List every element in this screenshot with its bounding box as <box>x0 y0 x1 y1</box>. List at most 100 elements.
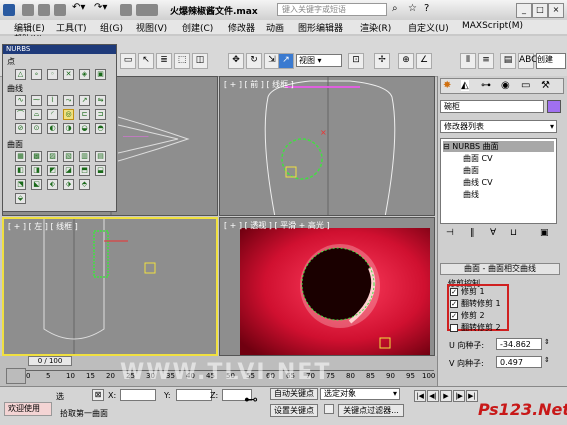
reference-coordinate-select[interactable]: 视图 ▾ <box>296 54 342 67</box>
y-coord-input[interactable] <box>176 389 212 401</box>
maximize-button[interactable]: □ <box>532 3 548 18</box>
normal-projected-curve-icon[interactable]: ⊘ <box>15 123 26 134</box>
stack-item-curve-cv[interactable]: 曲线 CV <box>463 177 493 188</box>
u-seed-input[interactable]: -34.862 <box>496 338 542 350</box>
surface-offset-curve-icon[interactable]: ◒ <box>79 123 90 134</box>
snap-icon[interactable]: ⊕ <box>398 53 414 69</box>
blend-curve-icon[interactable]: ⤳ <box>63 95 74 106</box>
mirror-surface-icon[interactable]: ▤ <box>95 151 106 162</box>
stack-item-curve[interactable]: 曲线 <box>463 189 479 200</box>
transform-surface-icon[interactable]: ▨ <box>47 151 58 162</box>
pin-stack-icon[interactable]: ⊣ <box>446 228 454 238</box>
modify-tab-icon[interactable]: ◭ <box>461 80 469 91</box>
region-select-icon[interactable]: ⬚ <box>174 53 190 69</box>
ruled-surface-icon[interactable]: ◩ <box>47 165 58 176</box>
fillet-curve-icon[interactable]: ⌓ <box>31 109 42 120</box>
cv-curve-on-surface-icon[interactable]: ◐ <box>47 123 58 134</box>
display-tab-icon[interactable]: ▭ <box>521 80 530 91</box>
stack-item-nurbs-surface[interactable]: ⊟ NURBS 曲面 <box>443 141 554 152</box>
help-icon[interactable]: ? <box>424 3 429 14</box>
surface-edge-curve-icon[interactable]: ◜ <box>47 109 58 120</box>
select-filter-icon[interactable]: ▭ <box>120 53 136 69</box>
object-color-swatch[interactable] <box>547 100 561 113</box>
utilities-tab-icon[interactable]: ⚒ <box>541 80 550 91</box>
select-object-icon[interactable]: ↖ <box>138 53 154 69</box>
offset-curve-icon[interactable]: ↗ <box>79 95 90 106</box>
menu-customize[interactable]: 自定义(U) <box>408 21 449 34</box>
x-coord-input[interactable] <box>120 389 156 401</box>
subscription-icon[interactable]: ☆ <box>408 3 417 14</box>
key-filters-button[interactable]: 关键点过滤器... <box>338 404 404 417</box>
curve-curve-point-icon[interactable]: ✕ <box>63 69 74 80</box>
curve-editor-icon[interactable]: ABC <box>518 53 537 69</box>
maxscript-listener[interactable]: 欢迎使用 <box>4 402 52 416</box>
mirror-icon[interactable]: ⫴ <box>460 53 476 69</box>
motion-tab-icon[interactable]: ◉ <box>501 80 510 91</box>
close-button[interactable]: × <box>548 3 564 18</box>
v-seed-input[interactable]: 0.497 <box>496 356 542 368</box>
reference-coord-icon[interactable]: ↗ <box>278 53 294 69</box>
key-filter-icon[interactable] <box>324 404 334 414</box>
offset-surface-icon[interactable]: ▥ <box>79 151 90 162</box>
point-tool-icon[interactable]: △ <box>15 69 26 80</box>
lock-selection-icon[interactable]: ⊠ <box>92 389 104 401</box>
mirror-curve-icon[interactable]: ⇋ <box>95 95 106 106</box>
save-file-icon[interactable] <box>54 4 66 16</box>
pivot-icon[interactable]: ⊡ <box>348 53 364 69</box>
uv-loft-surface-icon[interactable]: ⬓ <box>95 165 106 176</box>
next-frame-icon[interactable]: |▶ <box>453 390 465 402</box>
rollout-header[interactable]: 曲面 - 曲面相交曲线 <box>440 263 560 275</box>
chamfer-curve-icon[interactable]: ⌒ <box>15 109 26 120</box>
app-logo-icon[interactable] <box>3 4 15 16</box>
cap-surface-icon[interactable]: ◪ <box>63 165 74 176</box>
select-manipulate-icon[interactable]: ✢ <box>374 53 390 69</box>
fillet-surface-icon[interactable]: ⬘ <box>79 179 90 190</box>
surface-surface-intersection-icon[interactable]: ◎ <box>63 109 74 120</box>
go-to-end-icon[interactable]: ▶| <box>466 390 478 402</box>
flip-trim-1-checkbox[interactable]: ✓ <box>450 300 458 308</box>
v-seed-spinner[interactable]: ⇕ <box>544 356 550 364</box>
vector-projected-curve-icon[interactable]: ⊙ <box>31 123 42 134</box>
play-icon[interactable]: ▶ <box>440 390 452 402</box>
curve-point-icon[interactable]: ◦ <box>47 69 58 80</box>
trim-2-checkbox[interactable]: ✓ <box>450 312 458 320</box>
select-by-name-icon[interactable]: ≣ <box>156 53 172 69</box>
window-crossing-icon[interactable]: ◫ <box>192 53 208 69</box>
viewport-front[interactable]: [ + ] [ 前 ] [ 线框 ] × <box>219 76 435 216</box>
viewport-perspective[interactable]: [ + ] [ 透视 ] [ 平滑 + 高光 ] <box>219 217 435 356</box>
u-iso-curve-icon[interactable]: ⊏ <box>79 109 90 120</box>
flip-trim-2-checkbox[interactable] <box>450 324 458 332</box>
time-slider[interactable]: 0 / 100 <box>28 356 72 366</box>
open-file-icon[interactable] <box>38 4 50 16</box>
menu-group[interactable]: 组(G) <box>100 21 123 34</box>
cv-surface-icon[interactable]: ▦ <box>15 151 26 162</box>
new-file-icon[interactable] <box>22 4 34 16</box>
project-folder-icon[interactable] <box>120 4 132 16</box>
previous-frame-icon[interactable]: ◀| <box>427 390 439 402</box>
fit-curve-icon[interactable]: ⌇ <box>47 95 58 106</box>
multicurve-trim-icon[interactable]: ⬗ <box>63 179 74 190</box>
angle-snap-icon[interactable]: ∠ <box>416 53 432 69</box>
point-curve-on-surface-icon[interactable]: ◑ <box>63 123 74 134</box>
hierarchy-tab-icon[interactable]: ⊶ <box>481 80 491 91</box>
u-loft-surface-icon[interactable]: ⬒ <box>79 165 90 176</box>
stack-item-surface-cv[interactable]: 曲面 CV <box>463 153 493 164</box>
menu-views[interactable]: 视图(V) <box>136 21 167 34</box>
point-surface-icon[interactable]: ▩ <box>31 151 42 162</box>
named-set-dropdown[interactable]: 创建 <box>536 53 566 69</box>
menu-rendering[interactable]: 渲染(R) <box>360 21 391 34</box>
create-tab-icon[interactable]: ✸ <box>443 80 451 91</box>
search-icon[interactable]: ⌕ <box>392 3 398 14</box>
modifier-list-dropdown[interactable]: 修改器列表 ▾ <box>440 120 557 133</box>
nurbs-toolbox-title[interactable]: NURBS <box>3 45 116 54</box>
move-icon[interactable]: ✥ <box>228 53 244 69</box>
show-end-result-icon[interactable]: ‖ <box>470 228 475 238</box>
timeline[interactable]: 0 / 100 0 5 10 15 20 25 30 35 40 45 50 5… <box>0 356 437 386</box>
surface-point-icon[interactable]: ◈ <box>79 69 90 80</box>
minimize-button[interactable]: _ <box>516 3 532 18</box>
n-blend-surface-icon[interactable]: ⬙ <box>15 193 26 204</box>
object-name-field[interactable]: 碗柜 <box>440 100 544 113</box>
stack-item-surface[interactable]: 曲面 <box>463 165 479 176</box>
multisided-blend-icon[interactable]: ⬖ <box>47 179 58 190</box>
trim-1-checkbox[interactable]: ✓ <box>450 288 458 296</box>
